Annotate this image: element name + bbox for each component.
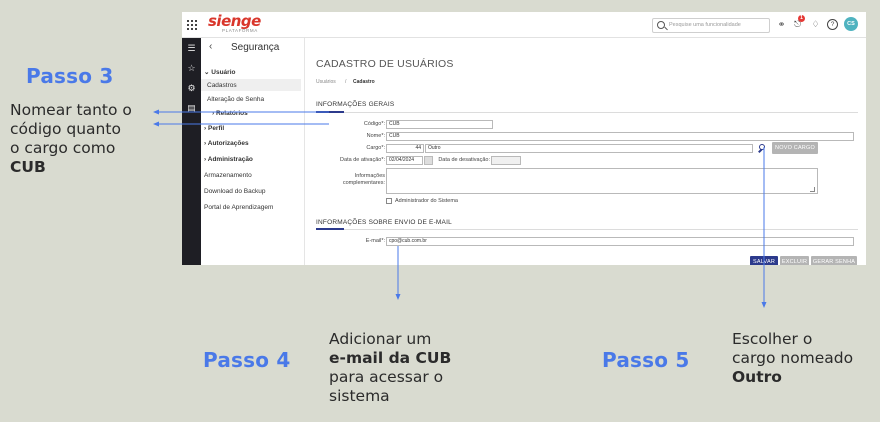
annotation-arrows: [153, 109, 767, 308]
arrow-nome-head: [153, 121, 159, 127]
arrow-codigo-head: [153, 109, 159, 115]
arrow-email-head: [395, 294, 401, 300]
arrow-cargo-head: [761, 302, 767, 308]
